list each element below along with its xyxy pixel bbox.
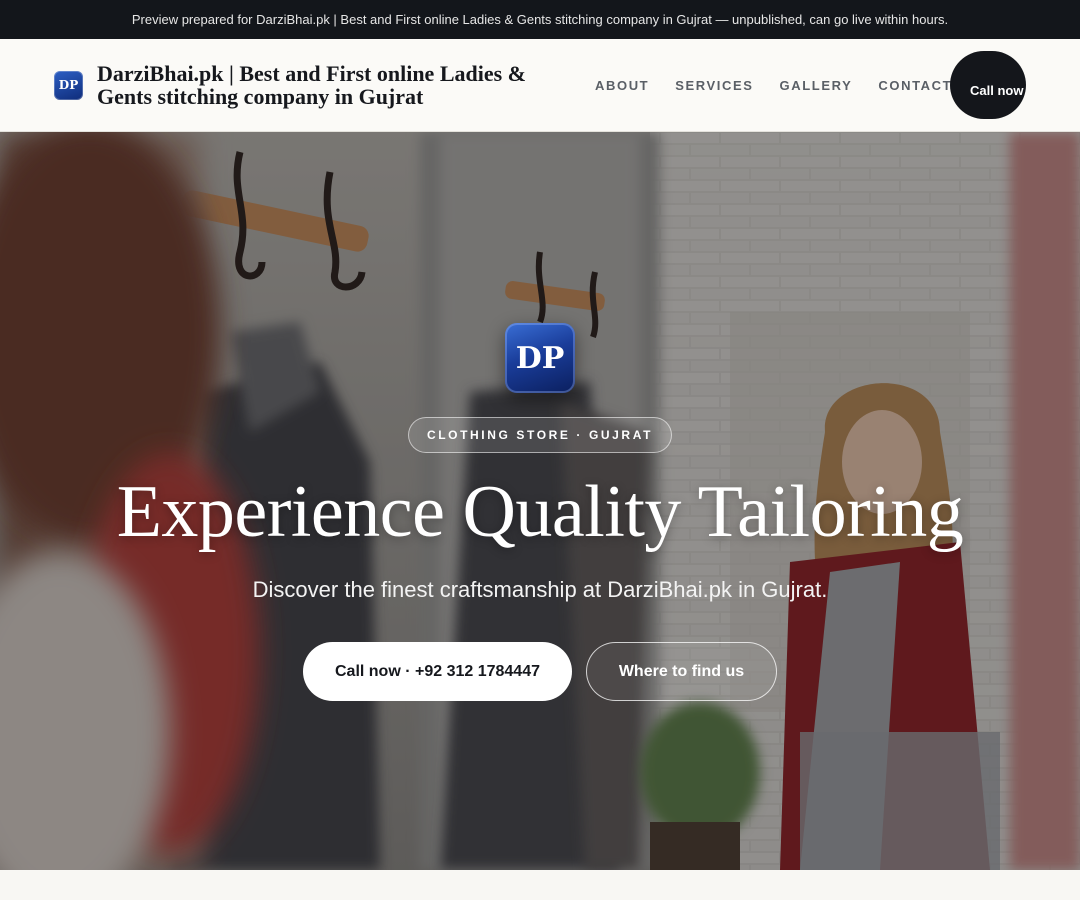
brand[interactable]: DP DarziBhai.pk | Best and First online … bbox=[54, 39, 567, 131]
hero-content: DP CLOTHING STORE · GUJRAT Experience Qu… bbox=[0, 132, 1080, 870]
category-badge: CLOTHING STORE · GUJRAT bbox=[408, 417, 672, 453]
find-us-button[interactable]: Where to find us bbox=[586, 642, 777, 701]
main-nav: ABOUT SERVICES GALLERY CONTACT bbox=[595, 39, 952, 131]
brand-logo[interactable]: DP bbox=[54, 70, 83, 100]
preview-banner-text: Preview prepared for DarziBhai.pk | Best… bbox=[131, 12, 949, 27]
preview-banner: Preview prepared for DarziBhai.pk | Best… bbox=[0, 0, 1080, 39]
nav-link-services[interactable]: SERVICES bbox=[675, 78, 753, 93]
hero-logo: DP bbox=[505, 323, 575, 393]
nav-link-gallery[interactable]: GALLERY bbox=[780, 78, 853, 93]
nav-link-about[interactable]: ABOUT bbox=[595, 78, 649, 93]
nav-link-contact[interactable]: CONTACT bbox=[878, 78, 952, 93]
site-header: DP DarziBhai.pk | Best and First online … bbox=[0, 39, 1080, 132]
hero-subtitle: Discover the finest craftsmanship at Dar… bbox=[252, 577, 828, 602]
next-section-edge bbox=[0, 870, 1080, 900]
hero-title: Experience Quality Tailoring bbox=[116, 471, 964, 553]
brand-name[interactable]: DarziBhai.pk | Best and First online Lad… bbox=[97, 62, 567, 108]
header-call-button[interactable]: Call now bbox=[950, 51, 1026, 119]
call-now-button[interactable]: Call now · +92 312 1784447 bbox=[303, 642, 572, 701]
hero-section: DP CLOTHING STORE · GUJRAT Experience Qu… bbox=[0, 132, 1080, 870]
